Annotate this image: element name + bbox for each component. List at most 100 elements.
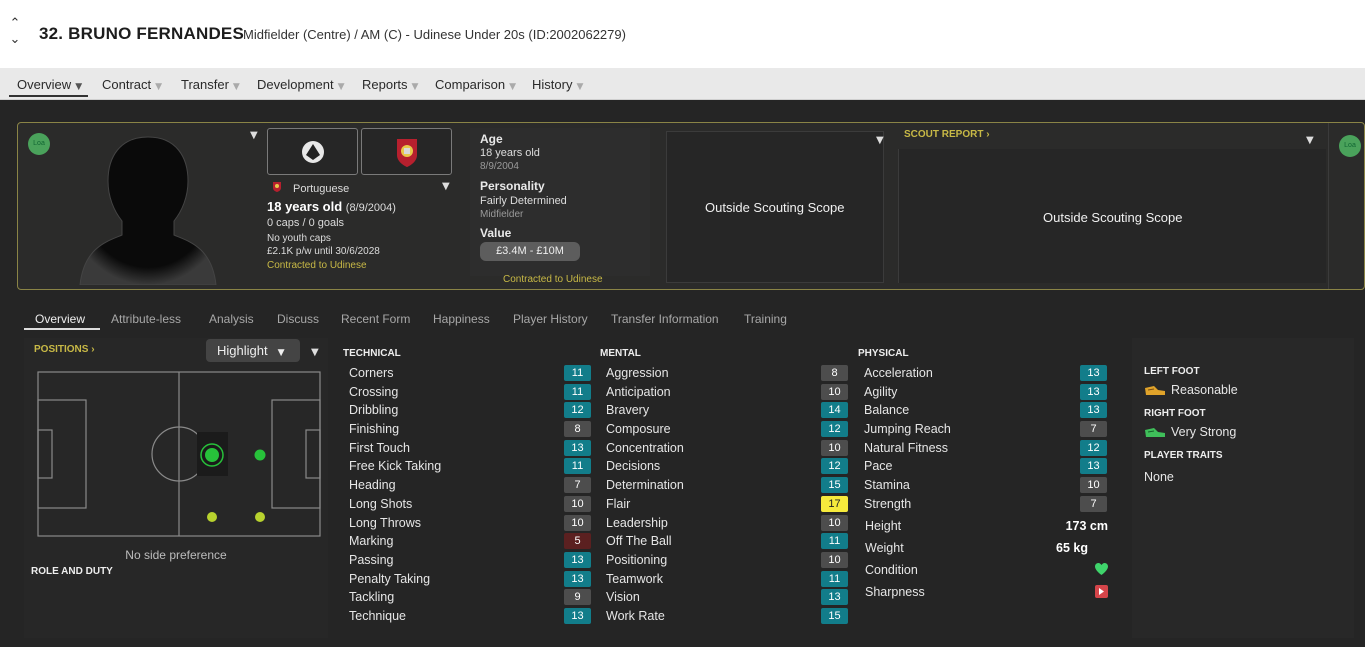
attribute-row[interactable]: Positioning 10 bbox=[598, 551, 850, 570]
attribute-name: Technique bbox=[349, 608, 406, 623]
attribute-row[interactable]: Marking 5 bbox=[341, 532, 593, 551]
attribute-name: Jumping Reach bbox=[864, 422, 951, 437]
attribute-row[interactable]: Tackling 9 bbox=[341, 588, 593, 607]
height-label: Height bbox=[865, 519, 902, 533]
attribute-value: 10 bbox=[821, 551, 848, 568]
attribute-name: Passing bbox=[349, 552, 394, 567]
attribute-name: Penalty Taking bbox=[349, 571, 431, 586]
tab-development[interactable]: Development ▼ bbox=[257, 77, 345, 92]
attribute-row[interactable]: Acceleration 13 bbox=[856, 364, 1110, 383]
subtab-transfer-information[interactable]: Transfer Information bbox=[611, 312, 719, 326]
subtab-training[interactable]: Training bbox=[744, 312, 787, 326]
attribute-name: Strength bbox=[864, 496, 912, 511]
role-duty-heading: ROLE AND DUTY bbox=[31, 566, 113, 577]
chevron-down-icon[interactable]: ▼ bbox=[250, 130, 258, 141]
chevron-down-icon[interactable]: ▼ bbox=[311, 347, 319, 358]
player-name: 32. BRUNO FERNANDES bbox=[39, 24, 244, 43]
attribute-name: First Touch bbox=[349, 440, 410, 455]
subtab-recent-form[interactable]: Recent Form bbox=[341, 312, 410, 326]
tab-history[interactable]: History ▼ bbox=[532, 77, 583, 92]
attribute-row[interactable]: Passing 13 bbox=[341, 551, 593, 570]
attribute-row[interactable]: Technique 13 bbox=[341, 607, 593, 626]
attribute-row[interactable]: Heading 7 bbox=[341, 476, 593, 495]
chevron-down-icon[interactable]: ⌄ bbox=[8, 32, 22, 48]
attribute-row[interactable]: Leadership 10 bbox=[598, 514, 850, 533]
attribute-row[interactable]: Long Throws 10 bbox=[341, 514, 593, 533]
age-value: 18 years old bbox=[480, 147, 540, 159]
nationality: Portuguese bbox=[293, 183, 350, 195]
subtab-overview[interactable]: Overview bbox=[35, 312, 85, 326]
club-crest[interactable] bbox=[267, 128, 358, 175]
attribute-row[interactable]: Jumping Reach 7 bbox=[856, 420, 1110, 439]
attribute-row[interactable]: Decisions 12 bbox=[598, 457, 850, 476]
value-range[interactable]: £3.4M - £10M bbox=[480, 242, 580, 261]
chevron-down-icon[interactable]: ▼ bbox=[442, 181, 450, 192]
attribute-row[interactable]: Composure 12 bbox=[598, 420, 850, 439]
subtab-analysis[interactable]: Analysis bbox=[209, 312, 254, 326]
attribute-row[interactable]: Free Kick Taking 11 bbox=[341, 457, 593, 476]
attribute-name: Off The Ball bbox=[606, 534, 672, 549]
attribute-name: Teamwork bbox=[606, 571, 663, 586]
subtab-happiness[interactable]: Happiness bbox=[433, 312, 490, 326]
age-line: 18 years old (8/9/2004) bbox=[267, 199, 396, 214]
attribute-row[interactable]: Off The Ball 11 bbox=[598, 532, 850, 551]
attribute-row[interactable]: Finishing 8 bbox=[341, 420, 593, 439]
attribute-row[interactable]: Penalty Taking 13 bbox=[341, 570, 593, 589]
attribute-row[interactable]: Pace 13 bbox=[856, 457, 1110, 476]
youth-caps: No youth caps bbox=[267, 233, 331, 244]
tab-transfer[interactable]: Transfer ▼ bbox=[181, 77, 240, 92]
position-marker-unconvincing bbox=[255, 512, 265, 522]
attribute-row[interactable]: Crossing 11 bbox=[341, 383, 593, 402]
subtab-discuss[interactable]: Discuss bbox=[277, 312, 319, 326]
attribute-row[interactable]: Concentration 10 bbox=[598, 439, 850, 458]
chevron-down-icon[interactable]: ▼ bbox=[1306, 135, 1314, 146]
attribute-row[interactable]: Balance 13 bbox=[856, 401, 1110, 420]
attribute-value: 11 bbox=[564, 458, 591, 475]
attribute-row[interactable]: Aggression 8 bbox=[598, 364, 850, 383]
attribute-row[interactable]: Determination 15 bbox=[598, 476, 850, 495]
attribute-row[interactable]: First Touch 13 bbox=[341, 439, 593, 458]
attribute-value: 13 bbox=[1080, 383, 1107, 400]
attribute-row[interactable]: Flair 17 bbox=[598, 495, 850, 514]
tab-contract[interactable]: Contract ▼ bbox=[102, 77, 162, 92]
contracted-to[interactable]: Contracted to Udinese bbox=[267, 260, 367, 271]
physical-title: PHYSICAL bbox=[858, 348, 909, 359]
subtab-player-history[interactable]: Player History bbox=[513, 312, 588, 326]
attribute-row[interactable]: Stamina 10 bbox=[856, 476, 1110, 495]
highlight-dropdown[interactable]: Highlight ▼ bbox=[206, 339, 300, 362]
attribute-row[interactable]: Agility 13 bbox=[856, 383, 1110, 402]
wage: £2.1K p/w until 30/6/2028 bbox=[267, 246, 380, 257]
scout-report-link[interactable]: SCOUT REPORT › bbox=[904, 129, 990, 140]
attribute-name: Concentration bbox=[606, 440, 684, 455]
attribute-row[interactable]: Corners 11 bbox=[341, 364, 593, 383]
attribute-value: 10 bbox=[1080, 477, 1107, 494]
attribute-row[interactable]: Bravery 14 bbox=[598, 401, 850, 420]
attribute-name: Flair bbox=[606, 496, 631, 511]
subtab-attribute-less[interactable]: Attribute-less bbox=[111, 312, 181, 326]
attribute-row[interactable]: Strength 7 bbox=[856, 495, 1110, 514]
player-traits-value: None bbox=[1144, 470, 1174, 484]
tab-reports[interactable]: Reports ▼ bbox=[362, 77, 418, 92]
left-foot-value: Reasonable bbox=[1171, 383, 1238, 397]
contracted-to-2[interactable]: Contracted to Udinese bbox=[503, 274, 603, 285]
positions-link[interactable]: POSITIONS › bbox=[34, 344, 95, 355]
attribute-value: 11 bbox=[821, 570, 848, 587]
tab-overview[interactable]: Overview ▼ bbox=[9, 77, 89, 97]
attribute-value: 12 bbox=[821, 458, 848, 475]
chevron-down-icon[interactable]: ▼ bbox=[876, 135, 884, 146]
attribute-value: 13 bbox=[564, 551, 591, 568]
attribute-row[interactable]: Teamwork 11 bbox=[598, 570, 850, 589]
chevron-up-icon[interactable]: ⌃ bbox=[8, 16, 22, 32]
attribute-row[interactable]: Work Rate 15 bbox=[598, 607, 850, 626]
attribute-value: 11 bbox=[821, 533, 848, 550]
attribute-row[interactable]: Natural Fitness 12 bbox=[856, 439, 1110, 458]
attribute-value: 11 bbox=[564, 365, 591, 381]
tab-comparison[interactable]: Comparison ▼ bbox=[435, 77, 516, 92]
main-tabs: Overview ▼ Contract ▼ Transfer ▼ Developmen… bbox=[0, 68, 1365, 100]
attribute-row[interactable]: Vision 13 bbox=[598, 588, 850, 607]
attribute-row[interactable]: Dribbling 12 bbox=[341, 401, 593, 420]
nation-crest[interactable] bbox=[361, 128, 452, 175]
attribute-row[interactable]: Anticipation 10 bbox=[598, 383, 850, 402]
side-preference: No side preference bbox=[125, 548, 227, 562]
attribute-row[interactable]: Long Shots 10 bbox=[341, 495, 593, 514]
